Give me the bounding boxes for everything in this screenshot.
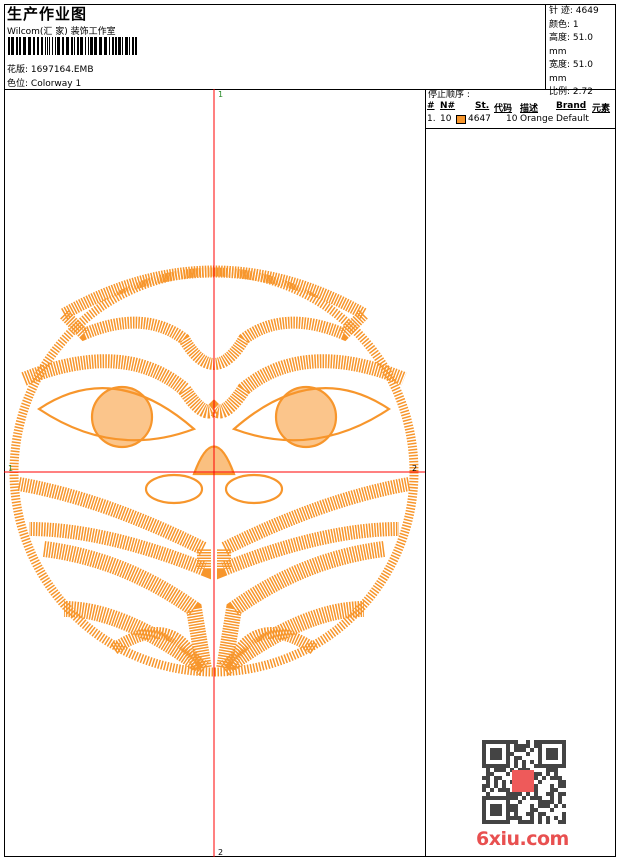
barcode-bar [28,37,31,55]
barcode-bar [8,37,10,55]
barcode-bar [80,37,83,55]
watermark-logo: 6xiu.com [476,828,569,850]
barcode-bar [52,37,53,55]
barcode-bar [23,37,26,55]
col-code: 代码 [494,104,513,114]
right-pupil [274,385,338,449]
axis-label-top: 1 [218,90,223,99]
qr-code [482,740,566,824]
colorway-value: Colorway 1 [30,79,82,89]
design-file: 花版: 1697164.EMB [7,62,94,75]
barcode-bar [57,37,60,55]
barcode-bar [115,37,117,55]
left-pupil [90,385,154,449]
stop-sequence-panel: 停止顺序 : # N# St. 代码 描述 Brand 元素 1. 10 464… [426,89,616,126]
table-header: # N# St. 代码 描述 Brand 元素 [426,101,616,114]
barcode-bar [41,37,43,55]
barcode-bar [55,37,56,55]
page-title: 生产作业图 [7,5,88,23]
barcode-bar [47,37,48,55]
barcode-bar [88,37,89,55]
barcode-bar [66,37,69,55]
barcode-bar [45,37,46,55]
barcode-bar [99,37,102,55]
axis-label-right: 2 [412,464,417,473]
design-label: 花版: [7,65,29,75]
design-canvas: 1 2 1 2 [4,89,426,857]
barcode-bar [104,37,107,55]
barcode-bar [132,37,134,55]
embroidery-preview: 1 2 1 2 [4,89,425,857]
col-brand: Brand [556,101,587,111]
design-value: 1697164.EMB [30,65,94,75]
barcode-bar [135,37,137,55]
colorway: 色位: Colorway 1 [7,76,81,89]
design-info: 针 迹: 4649 颜色: 1 高度: 51.0 mm 宽度: 51.0 mm … [545,4,616,97]
barcode-bar [125,37,128,55]
barcode-bar [37,37,39,55]
col-index: # [427,101,435,111]
barcode-bar [33,37,35,55]
info-width: 宽度: 51.0 mm [549,60,593,84]
barcode-bar [71,37,73,55]
barcode [8,37,137,55]
barcode-bar [109,37,110,55]
left-nostril [144,473,204,505]
barcode-bar [19,37,21,55]
info-stitches: 针 迹: 4649 [549,6,599,16]
barcode-bar [122,37,123,55]
axis-label-bottom: 2 [218,848,223,857]
col-stitches: St. [475,101,490,111]
company-name: Wilcom(汇 家) 装饰工作室 [7,27,116,37]
barcode-bar [90,37,93,55]
col-element: 元素 [592,104,611,114]
barcode-bar [74,37,75,55]
barcode-bar [129,37,130,55]
colorway-label: 色位: [7,79,29,89]
barcode-bar [49,37,50,55]
col-needle: N# [440,101,456,111]
barcode-bar [112,37,114,55]
color-swatch [456,115,466,124]
barcode-bar [85,37,86,55]
table-row: 1. 10 4647 10 Orange Default [427,114,589,124]
col-description: 描述 [520,104,539,114]
barcode-bar [77,37,79,55]
seal-logo [512,770,534,792]
stop-sequence-title: 停止顺序 : [428,90,470,100]
right-nostril [224,473,284,505]
info-colors: 颜色: 1 [549,19,579,30]
info-height: 高度: 51.0 mm [549,33,593,57]
barcode-bar [16,37,18,55]
barcode-bar [118,37,121,55]
axis-label-left: 1 [8,464,13,473]
divider [426,128,616,129]
barcode-bar [11,37,14,55]
barcode-bar [94,37,97,55]
barcode-bar [62,37,64,55]
